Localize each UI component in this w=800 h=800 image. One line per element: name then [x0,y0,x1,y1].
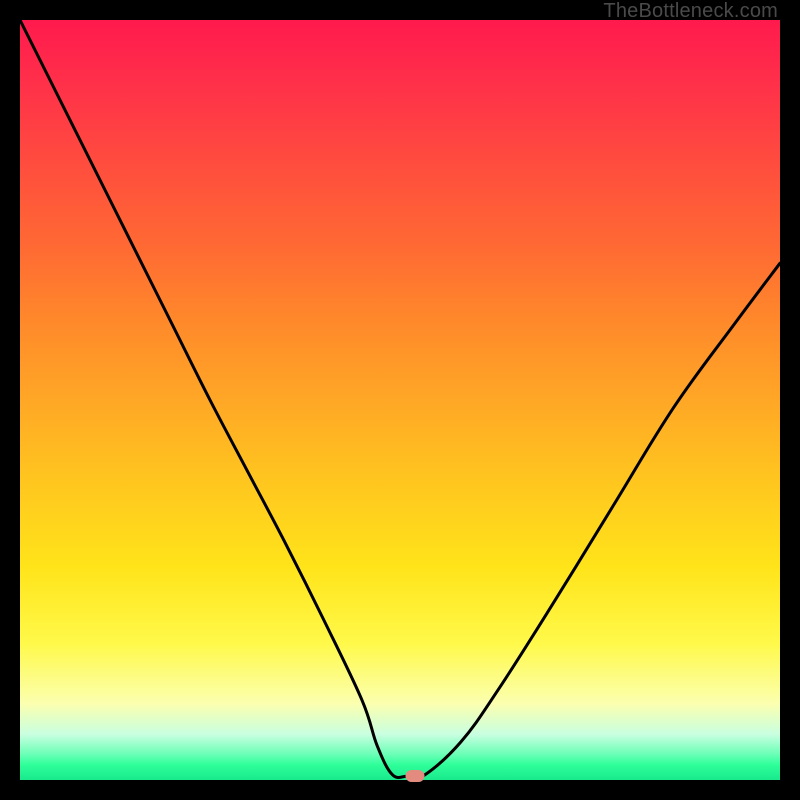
optimum-marker [406,770,425,782]
plot-area [20,20,780,780]
attribution-label: TheBottleneck.com [603,0,778,23]
bottleneck-curve [20,20,780,780]
chart-frame: TheBottleneck.com [0,0,800,800]
